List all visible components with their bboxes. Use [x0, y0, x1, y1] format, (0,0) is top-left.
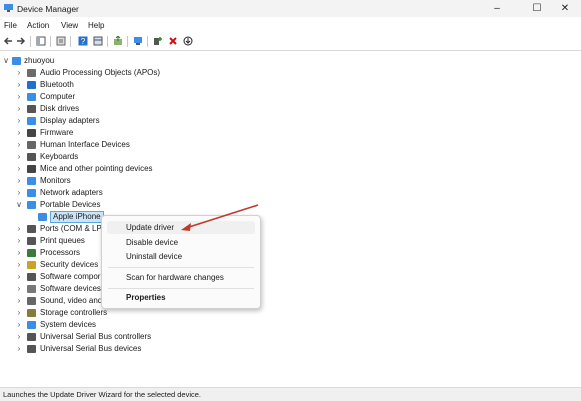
status-bar: Launches the Update Driver Wizard for th… [0, 387, 581, 401]
status-text: Launches the Update Driver Wizard for th… [3, 390, 202, 399]
annotation-arrow [181, 204, 259, 231]
